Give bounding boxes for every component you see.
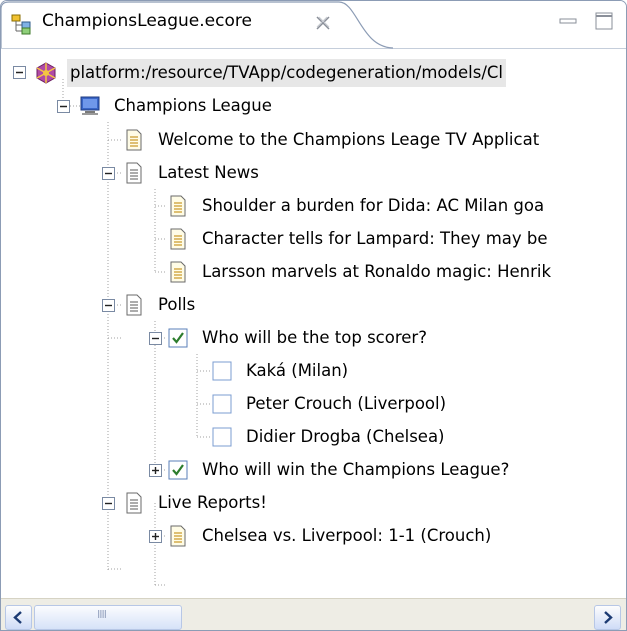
page-icon (170, 525, 186, 546)
tree-node-label: Shoulder a burden for Dida: AC Milan goa (202, 195, 545, 215)
expand-match-toggle[interactable] (149, 530, 162, 543)
collapse-news-toggle[interactable] (102, 167, 115, 180)
checked-box-icon (168, 328, 188, 347)
minimize-icon[interactable] (557, 10, 579, 32)
tree-node-news-item[interactable]: Shoulder a burden for Dida: AC Milan goa (167, 189, 547, 222)
scroll-right-button[interactable] (594, 605, 621, 630)
tree-node-match-report[interactable]: Chelsea vs. Liverpool: 1-1 (Crouch) (167, 519, 494, 552)
tree-node-label: Larsson marvels at Ronaldo magic: Henrik (202, 261, 552, 281)
collapse-reports-toggle[interactable] (102, 497, 115, 510)
tree-node-answer[interactable]: Kaká (Milan) (211, 354, 351, 387)
arrow-right-icon (604, 611, 613, 624)
tree-node-welcome[interactable]: Welcome to the Champions Leage TV Applic… (123, 123, 542, 156)
application-icon (80, 96, 100, 115)
page-icon (170, 195, 186, 216)
tree-node-latest-news[interactable]: Latest News (123, 156, 262, 189)
checked-box-icon (168, 460, 188, 479)
tree-node-label: Latest News (158, 162, 259, 182)
unchecked-box-icon (212, 427, 232, 446)
tree-node-answer[interactable]: Didier Drogba (Chelsea) (211, 420, 448, 453)
scroll-thumb[interactable]: IIII (34, 605, 182, 630)
tree-node-label: Didier Drogba (Chelsea) (246, 426, 445, 446)
horizontal-scrollbar[interactable]: IIII (1, 598, 626, 630)
unchecked-box-icon (212, 394, 232, 413)
tree-node-label: Champions League (114, 95, 272, 115)
tree-node-label: Chelsea vs. Liverpool: 1-1 (Crouch) (202, 525, 492, 545)
tab-title: ChampionsLeague.ecore (42, 11, 252, 31)
page-icon (126, 129, 142, 150)
tree-node-news-item[interactable]: Character tells for Lampard: They may be (167, 222, 551, 255)
tree-node-label: platform:/resource/TVApp/codegeneration/… (67, 58, 506, 87)
tree-node-label: Peter Crouch (Liverpool) (246, 393, 447, 413)
collapse-question1-toggle[interactable] (149, 332, 162, 345)
page-icon (126, 162, 142, 183)
page-icon (170, 261, 186, 282)
tree-node-label: Live Reports! (158, 492, 267, 512)
maximize-icon[interactable] (593, 10, 615, 32)
tree-node-label: Who will win the Champions League? (202, 459, 510, 479)
editor-tab-bar: ChampionsLeague.ecore (1, 1, 626, 49)
tree-node-label: Who will be the top scorer? (202, 327, 427, 347)
page-icon (126, 492, 142, 513)
scroll-left-button[interactable] (5, 605, 32, 630)
scroll-thumb-grip: IIII (97, 608, 107, 621)
page-icon (126, 294, 142, 315)
tree-node-label: Polls (158, 294, 196, 314)
tree-node-news-item[interactable]: Larsson marvels at Ronaldo magic: Henrik (167, 255, 554, 288)
resource-icon (36, 61, 56, 84)
tree-node-resource[interactable]: platform:/resource/TVApp/codegeneration/… (35, 56, 506, 89)
tree-node-label: Character tells for Lampard: They may be (202, 228, 548, 248)
tree-node-label: Kaká (Milan) (246, 360, 349, 380)
tree-node-question-winner[interactable]: Who will win the Champions League? (167, 453, 512, 486)
tree-node-question-top-scorer[interactable]: Who will be the top scorer? (167, 321, 430, 354)
tree-node-champions-league[interactable]: Champions League (79, 89, 275, 122)
close-tab-icon[interactable] (314, 14, 332, 32)
collapse-polls-toggle[interactable] (102, 299, 115, 312)
model-tree: platform:/resource/TVApp/codegeneration/… (1, 49, 626, 596)
ecore-model-icon (11, 14, 31, 35)
tree-node-polls[interactable]: Polls (123, 288, 198, 321)
tree-node-label: Welcome to the Champions Leage TV Applic… (158, 129, 540, 149)
collapse-app-toggle[interactable] (57, 100, 70, 113)
collapse-root-toggle[interactable] (13, 66, 26, 79)
arrow-left-icon (13, 611, 22, 624)
expand-question2-toggle[interactable] (149, 464, 162, 477)
tree-node-answer[interactable]: Peter Crouch (Liverpool) (211, 387, 449, 420)
ecore-editor-window: ChampionsLeague.ecore platform:/resource… (0, 0, 627, 631)
tree-node-live-reports[interactable]: Live Reports! (123, 486, 270, 519)
unchecked-box-icon (212, 361, 232, 380)
tab-championsleague-ecore[interactable]: ChampionsLeague.ecore (1, 1, 393, 49)
page-icon (170, 228, 186, 249)
